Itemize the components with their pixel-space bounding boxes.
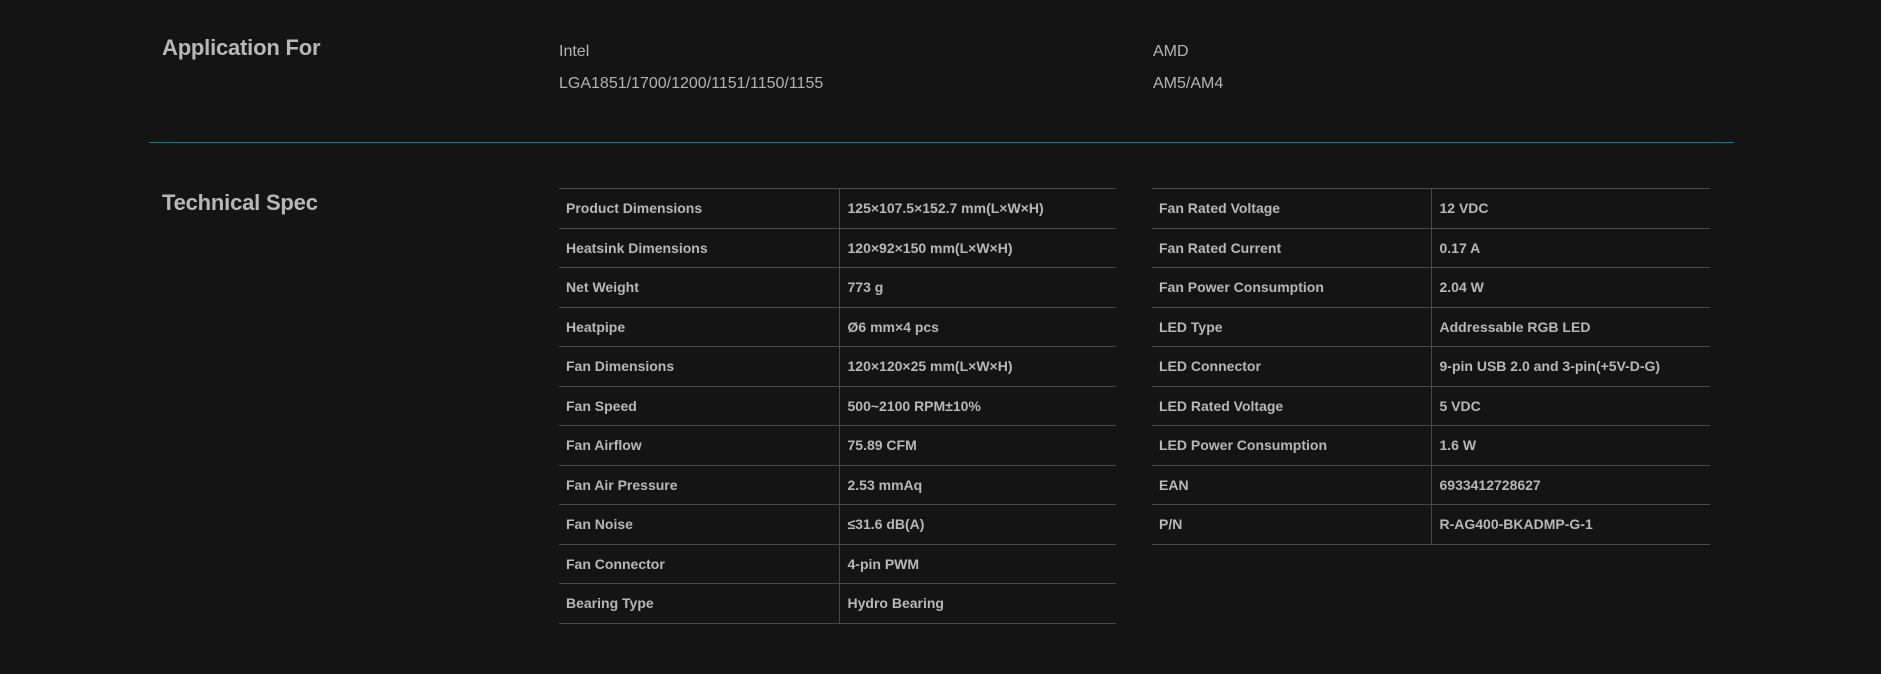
spec-row: Product Dimensions 125×107.5×152.7 mm(L×W… — [559, 188, 1116, 229]
spec-label: Heatsink Dimensions — [559, 227, 840, 268]
spec-row: P/N R-AG400-BKADMP-G-1 — [1152, 504, 1710, 545]
spec-label: P/N — [1152, 504, 1432, 545]
spec-row: Fan Power Consumption 2.04 W — [1152, 267, 1710, 308]
spec-row: Fan Dimensions 120×120×25 mm(L×W×H) — [559, 346, 1116, 387]
spec-value: 9-pin USB 2.0 and 3-pin(+5V-D-G) — [1431, 346, 1710, 387]
spec-label: Fan Dimensions — [559, 346, 840, 387]
application-intel: Intel LGA1851/1700/1200/1151/1150/1155 — [559, 42, 823, 106]
spec-value: 0.17 A — [1431, 227, 1710, 268]
spec-row: Fan Air Pressure 2.53 mmAq — [559, 464, 1116, 505]
spec-label: Bearing Type — [559, 583, 840, 624]
spec-row: Bearing Type Hydro Bearing — [559, 583, 1116, 624]
spec-table-left: Product Dimensions 125×107.5×152.7 mm(L×W… — [559, 188, 1116, 624]
spec-row: Fan Rated Current 0.17 A — [1152, 227, 1710, 268]
spec-value: 500~2100 RPM±10% — [839, 385, 1116, 426]
spec-row: EAN 6933412728627 — [1152, 464, 1710, 505]
spec-label: LED Power Consumption — [1152, 425, 1432, 466]
spec-row: Fan Rated Voltage 12 VDC — [1152, 188, 1710, 229]
spec-label: Fan Air Pressure — [559, 464, 840, 505]
spec-label: Fan Rated Current — [1152, 227, 1432, 268]
intel-brand: Intel — [559, 43, 590, 60]
spec-value: 773 g — [839, 267, 1116, 308]
spec-value: 4-pin PWM — [839, 543, 1116, 584]
spec-label: Net Weight — [559, 267, 840, 308]
spec-row: Net Weight 773 g — [559, 267, 1116, 308]
application-amd: AMD AM5/AM4 — [1153, 42, 1223, 106]
spec-label: Fan Rated Voltage — [1152, 188, 1432, 229]
spec-table-right: Fan Rated Voltage 12 VDC Fan Rated Current… — [1152, 188, 1710, 545]
intel-sockets: LGA1851/1700/1200/1151/1150/1155 — [559, 75, 824, 92]
spec-row: Fan Noise ≤31.6 dB(A) — [559, 504, 1116, 545]
spec-row: LED Type Addressable RGB LED — [1152, 306, 1710, 347]
spec-label: Fan Power Consumption — [1152, 267, 1432, 308]
spec-value: 6933412728627 — [1431, 464, 1710, 505]
section-title-application: Application For — [162, 35, 321, 60]
spec-label: LED Type — [1152, 306, 1432, 347]
spec-row: Fan Airflow 75.89 CFM — [559, 425, 1116, 466]
spec-value: Hydro Bearing — [839, 583, 1116, 624]
section-title-technical: Technical Spec — [162, 190, 318, 215]
spec-value: R-AG400-BKADMP-G-1 — [1431, 504, 1710, 545]
spec-value: 2.04 W — [1431, 267, 1710, 308]
spec-value: 1.6 W — [1431, 425, 1710, 466]
spec-label: Heatpipe — [559, 306, 840, 347]
spec-label: EAN — [1152, 464, 1432, 505]
spec-value: 75.89 CFM — [839, 425, 1116, 466]
spec-row: Fan Speed 500~2100 RPM±10% — [559, 385, 1116, 426]
spec-value: Addressable RGB LED — [1431, 306, 1710, 347]
spec-label: Fan Connector — [559, 543, 840, 584]
spec-label: Fan Airflow — [559, 425, 840, 466]
spec-value: ≤31.6 dB(A) — [839, 504, 1116, 545]
spec-value: 5 VDC — [1431, 385, 1710, 426]
spec-row: LED Rated Voltage 5 VDC — [1152, 385, 1710, 426]
spec-value: 125×107.5×152.7 mm(L×W×H) — [839, 188, 1116, 229]
amd-brand: AMD — [1153, 43, 1189, 60]
spec-row: LED Power Consumption 1.6 W — [1152, 425, 1710, 466]
amd-sockets: AM5/AM4 — [1153, 75, 1224, 92]
spec-value: 120×92×150 mm(L×W×H) — [839, 227, 1116, 268]
spec-page: Application For Intel LGA1851/1700/1200/… — [0, 0, 1881, 674]
spec-value: 12 VDC — [1431, 188, 1710, 229]
spec-label: Product Dimensions — [559, 188, 840, 229]
spec-row: LED Connector 9-pin USB 2.0 and 3-pin(+5V… — [1152, 346, 1710, 387]
spec-label: LED Connector — [1152, 346, 1432, 387]
spec-label: Fan Speed — [559, 385, 840, 426]
spec-row: Fan Connector 4-pin PWM — [559, 543, 1116, 584]
spec-row: Heatsink Dimensions 120×92×150 mm(L×W×H) — [559, 227, 1116, 268]
spec-value: Ø6 mm×4 pcs — [839, 306, 1116, 347]
spec-row: Heatpipe Ø6 mm×4 pcs — [559, 306, 1116, 347]
spec-value: 2.53 mmAq — [839, 464, 1116, 505]
spec-label: LED Rated Voltage — [1152, 385, 1432, 426]
spec-label: Fan Noise — [559, 504, 840, 545]
spec-value: 120×120×25 mm(L×W×H) — [839, 346, 1116, 387]
section-divider — [149, 142, 1734, 143]
